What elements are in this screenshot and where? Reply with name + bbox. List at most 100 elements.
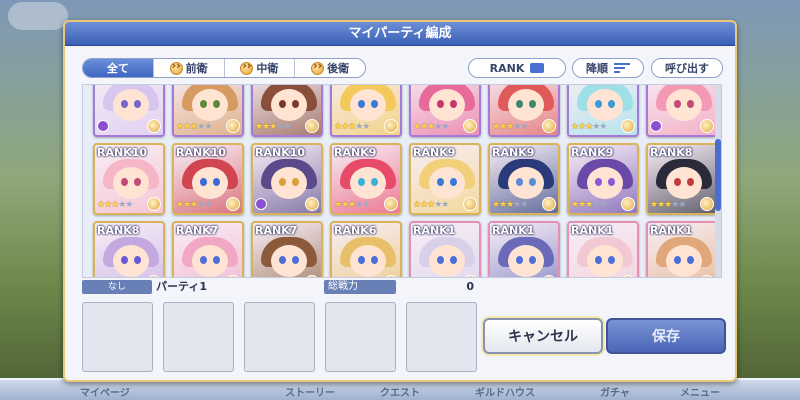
character-card[interactable]: RANK13: [93, 85, 165, 137]
tab-label: 前衛: [185, 62, 208, 75]
background-nav-item: ギルドハウス: [475, 388, 535, 399]
character-rank: RANK1: [571, 224, 614, 237]
star-rating: ★★★★★: [255, 122, 291, 132]
star-rating: ★★★★★: [413, 122, 449, 132]
position-arrow-icon: [240, 59, 254, 75]
scrollbar-thumb[interactable]: [715, 139, 721, 211]
party-slot[interactable]: [406, 302, 477, 372]
character-card[interactable]: RANK9 ★★★★★: [567, 143, 639, 215]
position-badge-icon: [305, 197, 319, 211]
character-card[interactable]: RANK9 ★★★★★: [409, 143, 481, 215]
character-card[interactable]: RANK11: [646, 85, 718, 137]
background-nav-item: ストーリー: [285, 388, 335, 399]
total-power-value: 0: [466, 280, 474, 293]
party-slot[interactable]: [244, 302, 315, 372]
position-arrow-icon: [311, 59, 325, 75]
character-rank: RANK9: [334, 146, 377, 159]
star-rating: ★★★★★: [176, 122, 212, 132]
character-card[interactable]: RANK11★★★★★: [409, 85, 481, 137]
background-title-plate: [8, 2, 68, 30]
unique-equipment-icon: [97, 120, 109, 132]
total-power-label: 総戦力: [324, 280, 396, 294]
sort-order-button[interactable]: 降順: [572, 58, 644, 78]
character-card[interactable]: RANK11★★★★★: [567, 85, 639, 137]
star-rating: ★★★★★: [571, 122, 607, 132]
recall-button[interactable]: 呼び出す: [651, 58, 723, 78]
sort-order-label: 降順: [586, 62, 608, 75]
unassigned-label: なし: [82, 280, 152, 294]
background-nav-item: クエスト: [380, 388, 420, 399]
character-rank: RANK10: [176, 146, 227, 159]
position-badge-icon: [621, 119, 635, 133]
character-card[interactable]: RANK10: [251, 143, 323, 215]
character-rank: RANK9: [571, 146, 614, 159]
tab-label: 中衛: [256, 62, 279, 75]
character-card[interactable]: RANK7: [251, 221, 323, 277]
star-rating: ★★★★★: [571, 200, 607, 210]
character-card[interactable]: RANK12★★★★★: [330, 85, 402, 137]
grid-scrollbar[interactable]: [715, 85, 721, 277]
sort-key-label: RANK: [489, 61, 525, 75]
character-card[interactable]: RANK8: [93, 221, 165, 277]
character-card[interactable]: RANK1: [488, 221, 560, 277]
cancel-button[interactable]: キャンセル: [483, 318, 603, 354]
party-slots: [82, 302, 477, 372]
position-badge-icon: [542, 197, 556, 211]
character-card[interactable]: RANK7: [172, 221, 244, 277]
sort-key-button[interactable]: RANK: [468, 58, 566, 78]
character-card[interactable]: RANK11★★★★★: [488, 85, 560, 137]
character-rank: RANK10: [97, 146, 148, 159]
character-card[interactable]: RANK1: [409, 221, 481, 277]
position-badge-icon: [226, 119, 240, 133]
position-badge-icon: [463, 197, 477, 211]
background-nav-item: メニュー: [680, 388, 720, 399]
position-badge-icon: [305, 119, 319, 133]
character-card[interactable]: RANK10 ★★★★★: [93, 143, 165, 215]
character-card[interactable]: RANK12★★★★★: [172, 85, 244, 137]
character-grid: RANK13RANK12★★★★★RANK12★★★★★RANK12★★★★★R…: [93, 85, 718, 277]
party-slot[interactable]: [163, 302, 234, 372]
character-rank: RANK6: [334, 224, 377, 237]
character-card[interactable]: RANK10 ★★★★★: [172, 143, 244, 215]
position-badge-icon: [384, 119, 398, 133]
character-card[interactable]: RANK9 ★★★★★: [488, 143, 560, 215]
tab-front[interactable]: 前衛: [152, 59, 224, 77]
party-info-bar: なし パーティ1 総戦力 0: [82, 280, 722, 296]
tab-middle[interactable]: 中衛: [223, 59, 295, 77]
character-card[interactable]: RANK6: [330, 221, 402, 277]
party-slot[interactable]: [325, 302, 396, 372]
star-rating: ★★★★★: [492, 200, 528, 210]
star-rating: ★★★★★: [413, 200, 449, 210]
character-rank: RANK8: [650, 146, 693, 159]
position-badge-icon: [463, 119, 477, 133]
unique-equipment-icon: [255, 198, 267, 210]
character-card[interactable]: RANK8 ★★★★★: [646, 143, 718, 215]
character-rank: RANK10: [255, 146, 306, 159]
sort-descending-icon: [614, 62, 630, 74]
save-button[interactable]: 保存: [606, 318, 726, 354]
tab-back[interactable]: 後衛: [294, 59, 365, 77]
position-badge-icon: [621, 197, 635, 211]
star-rating: ★★★★★: [334, 200, 370, 210]
character-card[interactable]: RANK1: [646, 221, 718, 277]
tab-label: 全て: [106, 62, 129, 75]
tab-all[interactable]: 全て: [83, 59, 153, 77]
party-edit-dialog: マイパーティ編成 全て 前衛 中衛 後衛 RANK 降順 呼び出す RANK13…: [63, 20, 737, 382]
dialog-title: マイパーティ編成: [65, 22, 735, 46]
character-rank: RANK7: [255, 224, 298, 237]
background-nav-item: ガチャ: [600, 388, 630, 399]
character-rank: RANK7: [176, 224, 219, 237]
position-filter-tabs: 全て 前衛 中衛 後衛: [82, 58, 366, 78]
character-card[interactable]: RANK1: [567, 221, 639, 277]
character-rank: RANK8: [97, 224, 140, 237]
character-card[interactable]: RANK12★★★★★: [251, 85, 323, 137]
recall-label: 呼び出す: [665, 62, 709, 75]
character-rank: RANK1: [492, 224, 535, 237]
character-rank: RANK9: [492, 146, 535, 159]
character-card[interactable]: RANK9 ★★★★★: [330, 143, 402, 215]
unique-equipment-icon: [650, 120, 662, 132]
star-rating: ★★★★★: [97, 200, 133, 210]
party-slot[interactable]: [82, 302, 153, 372]
star-rating: ★★★★★: [492, 122, 528, 132]
position-badge-icon: [542, 119, 556, 133]
